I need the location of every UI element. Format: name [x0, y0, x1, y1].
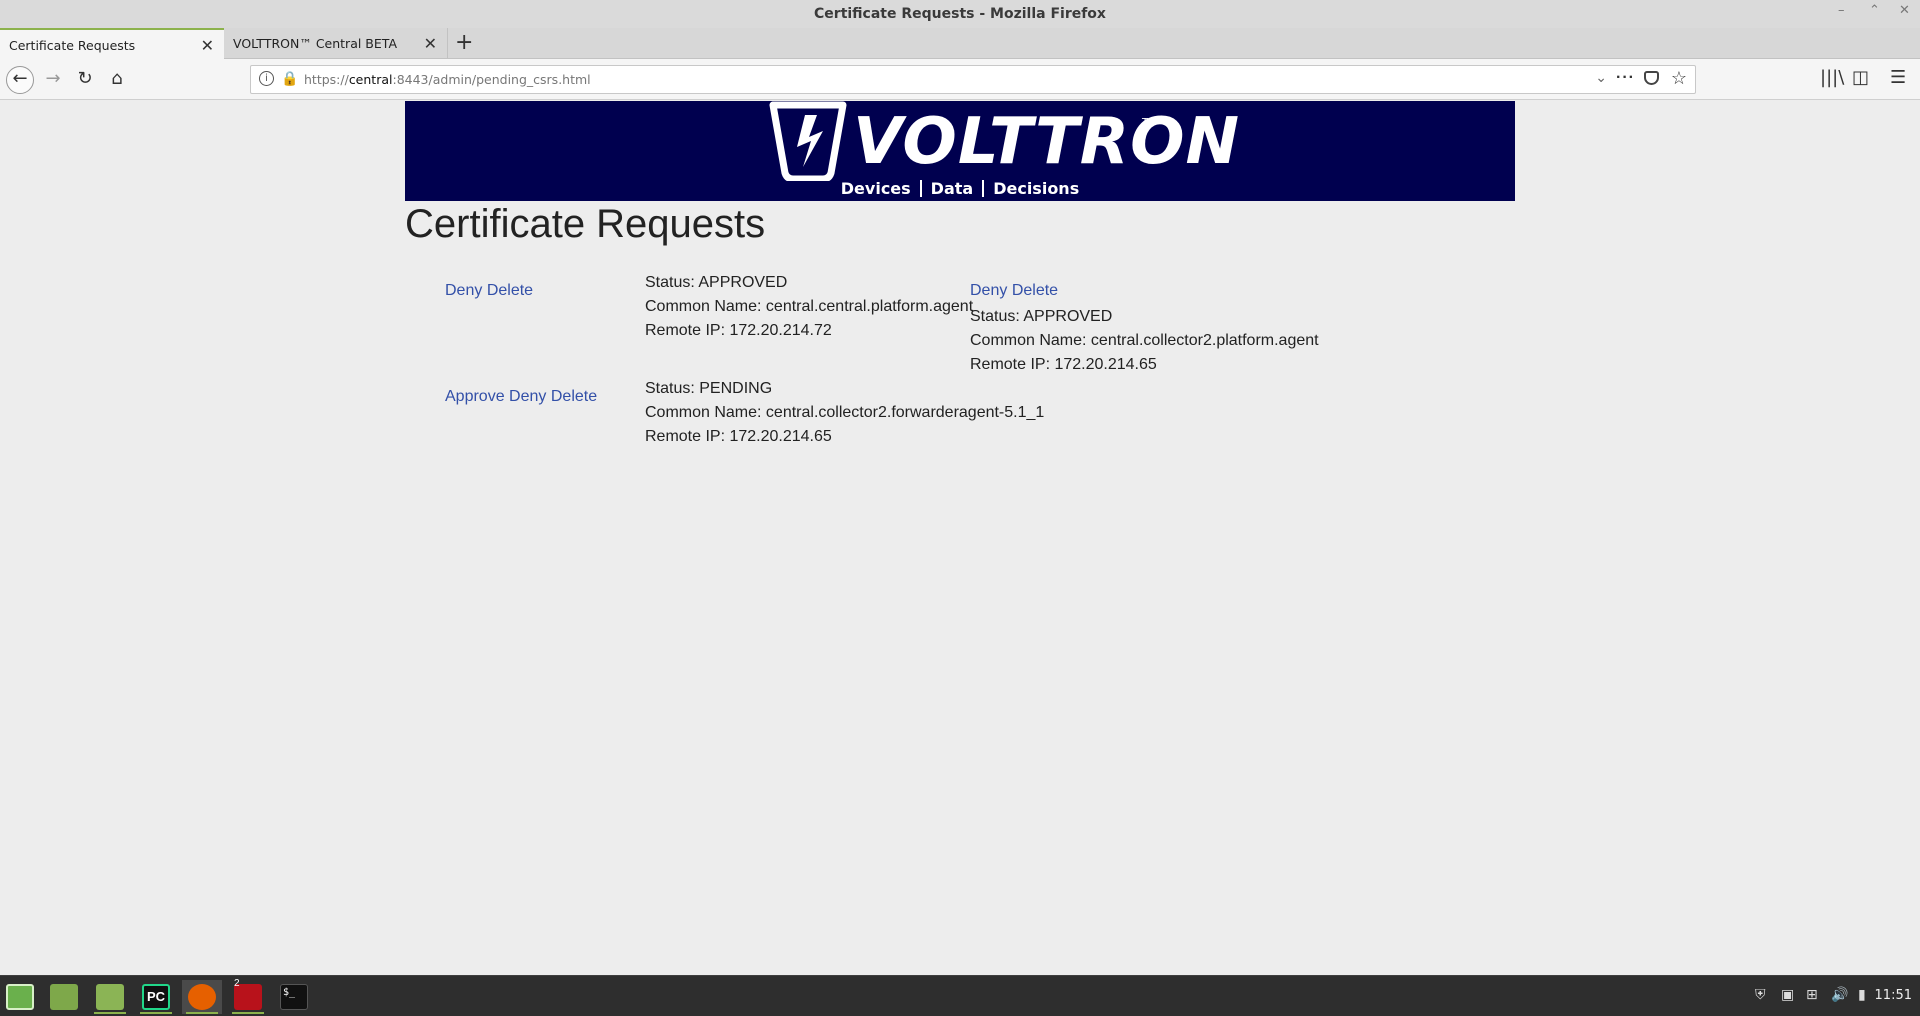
shield-icon[interactable]: ⛨: [1755, 987, 1766, 1003]
taskbar-app-firefox[interactable]: [182, 980, 222, 1014]
deny-link[interactable]: Deny: [970, 282, 1007, 299]
logo-trademark: TM: [1142, 117, 1157, 128]
nav-data-link[interactable]: Data: [931, 179, 974, 198]
banner-nav: Devices Data Decisions: [405, 179, 1515, 198]
taskbar-app-terminal[interactable]: $_: [274, 980, 314, 1014]
pycharm-icon: PC: [142, 984, 170, 1010]
home-button[interactable]: ⌂: [104, 67, 130, 93]
tab-volttron-central[interactable]: VOLTTRON™ Central BETA ✕: [224, 28, 448, 59]
new-tab-icon[interactable]: +: [455, 30, 473, 55]
deny-link[interactable]: Deny: [445, 282, 482, 299]
mint-menu-icon: [6, 984, 34, 1010]
csr-actions: Deny Delete: [445, 282, 533, 300]
tab-label: Certificate Requests: [9, 38, 136, 53]
csr-details: Status: PENDING Common Name: central.col…: [645, 377, 1044, 449]
nav-divider: [919, 180, 922, 197]
taskbar-app-terminal-green[interactable]: [44, 980, 84, 1014]
forward-button[interactable]: →: [40, 67, 66, 93]
url-scheme: https://: [304, 72, 349, 87]
library-icon[interactable]: |||\: [1820, 67, 1844, 88]
back-button[interactable]: ←: [6, 66, 34, 94]
volttron-logo-icon: [769, 101, 847, 181]
csr-status: Status: PENDING: [645, 380, 773, 397]
chevron-down-icon[interactable]: ⌄: [1595, 69, 1607, 86]
close-tab-icon[interactable]: ✕: [201, 36, 214, 55]
battery-icon[interactable]: ▮: [1858, 987, 1866, 1003]
csr-remote-ip: Remote IP: 172.20.214.72: [645, 322, 832, 339]
pocket-icon[interactable]: [1644, 71, 1659, 85]
delete-link[interactable]: Delete: [1012, 282, 1058, 299]
csr-actions: Deny Delete: [970, 282, 1058, 300]
csr-common-name: Common Name: central.collector2.forwarde…: [645, 404, 1045, 421]
url-host: central: [348, 72, 393, 87]
files-icon: [96, 984, 124, 1010]
csr-common-name: Common Name: central.collector2.platform…: [970, 332, 1319, 349]
bookmark-star-icon[interactable]: ☆: [1671, 68, 1687, 89]
mint-menu-button[interactable]: [0, 980, 40, 1014]
close-window-icon[interactable]: ✕: [1899, 3, 1910, 18]
page-content: VOLTTRON TM Devices Data Decisions Certifi…: [0, 101, 1920, 975]
csr-common-name: Common Name: central.central.platform.ag…: [645, 298, 974, 315]
taskbar-app-files[interactable]: [90, 980, 130, 1014]
delete-link[interactable]: Delete: [551, 388, 597, 405]
url-text[interactable]: https://central:8443/admin/pending_csrs.…: [304, 72, 591, 87]
close-tab-icon[interactable]: ✕: [424, 34, 437, 53]
insecure-lock-icon[interactable]: 🔒: [281, 70, 298, 87]
navigation-toolbar: ← → ↻ ⌂ i 🔒 https://central:8443/admin/p…: [0, 59, 1920, 100]
taskbar: PC 2 $_ ⛨ ▣ ⊞ 🔊 ▮ 11:51: [0, 975, 1920, 1016]
csr-details: Status: APPROVED Common Name: central.co…: [970, 305, 1319, 377]
csr-remote-ip: Remote IP: 172.20.214.65: [645, 428, 832, 445]
sidebar-icon[interactable]: ◫: [1852, 67, 1869, 88]
hamburger-menu-icon[interactable]: ☰: [1890, 67, 1906, 88]
tab-certificate-requests[interactable]: Certificate Requests ✕: [0, 28, 224, 60]
nav-decisions-link[interactable]: Decisions: [993, 179, 1079, 198]
tab-label: VOLTTRON™ Central BETA: [233, 36, 397, 51]
page-title: Certificate Requests: [405, 202, 766, 246]
running-indicator: [186, 1012, 218, 1014]
tab-strip: Certificate Requests ✕ VOLTTRON™ Central…: [0, 28, 1920, 60]
url-bar[interactable]: i 🔒 https://central:8443/admin/pending_c…: [250, 65, 1696, 94]
volume-icon[interactable]: 🔊: [1831, 987, 1848, 1003]
taskbar-app-pycharm[interactable]: PC: [136, 980, 176, 1014]
csr-remote-ip: Remote IP: 172.20.214.65: [970, 356, 1157, 373]
approve-link[interactable]: Approve: [445, 388, 505, 405]
page-actions-icon[interactable]: ···: [1616, 69, 1635, 87]
site-info-icon[interactable]: i: [259, 71, 274, 86]
nav-divider: [982, 180, 985, 197]
logo-text: VOLTTRON: [853, 105, 1241, 179]
window-title: Certificate Requests - Mozilla Firefox: [814, 6, 1106, 22]
minimize-icon[interactable]: –: [1838, 3, 1845, 18]
clipboard-icon[interactable]: ▣: [1781, 987, 1794, 1003]
taskbar-app-terminal-red[interactable]: 2: [228, 978, 268, 1014]
clock[interactable]: 11:51: [1875, 988, 1912, 1003]
terminal-icon: $_: [280, 984, 308, 1010]
window-count-badge: 2: [234, 978, 240, 989]
delete-link[interactable]: Delete: [487, 282, 533, 299]
network-icon[interactable]: ⊞: [1806, 987, 1818, 1003]
csr-status: Status: APPROVED: [645, 274, 788, 291]
csr-status: Status: APPROVED: [970, 308, 1113, 325]
firefox-icon: [188, 984, 216, 1010]
terminal-green-icon: [50, 984, 78, 1010]
running-indicator: [140, 1012, 172, 1014]
url-path: :8443/admin/pending_csrs.html: [392, 72, 591, 87]
csr-actions: Approve Deny Delete: [445, 388, 597, 406]
volttron-banner: VOLTTRON TM Devices Data Decisions: [405, 101, 1515, 201]
deny-link[interactable]: Deny: [509, 388, 546, 405]
reload-button[interactable]: ↻: [72, 67, 98, 93]
running-indicator: [232, 1012, 264, 1014]
running-indicator: [94, 1012, 126, 1014]
nav-devices-link[interactable]: Devices: [841, 179, 911, 198]
window-titlebar: Certificate Requests - Mozilla Firefox –…: [0, 0, 1920, 28]
maximize-icon[interactable]: ⌃: [1869, 3, 1880, 18]
csr-details: Status: APPROVED Common Name: central.ce…: [645, 271, 973, 343]
